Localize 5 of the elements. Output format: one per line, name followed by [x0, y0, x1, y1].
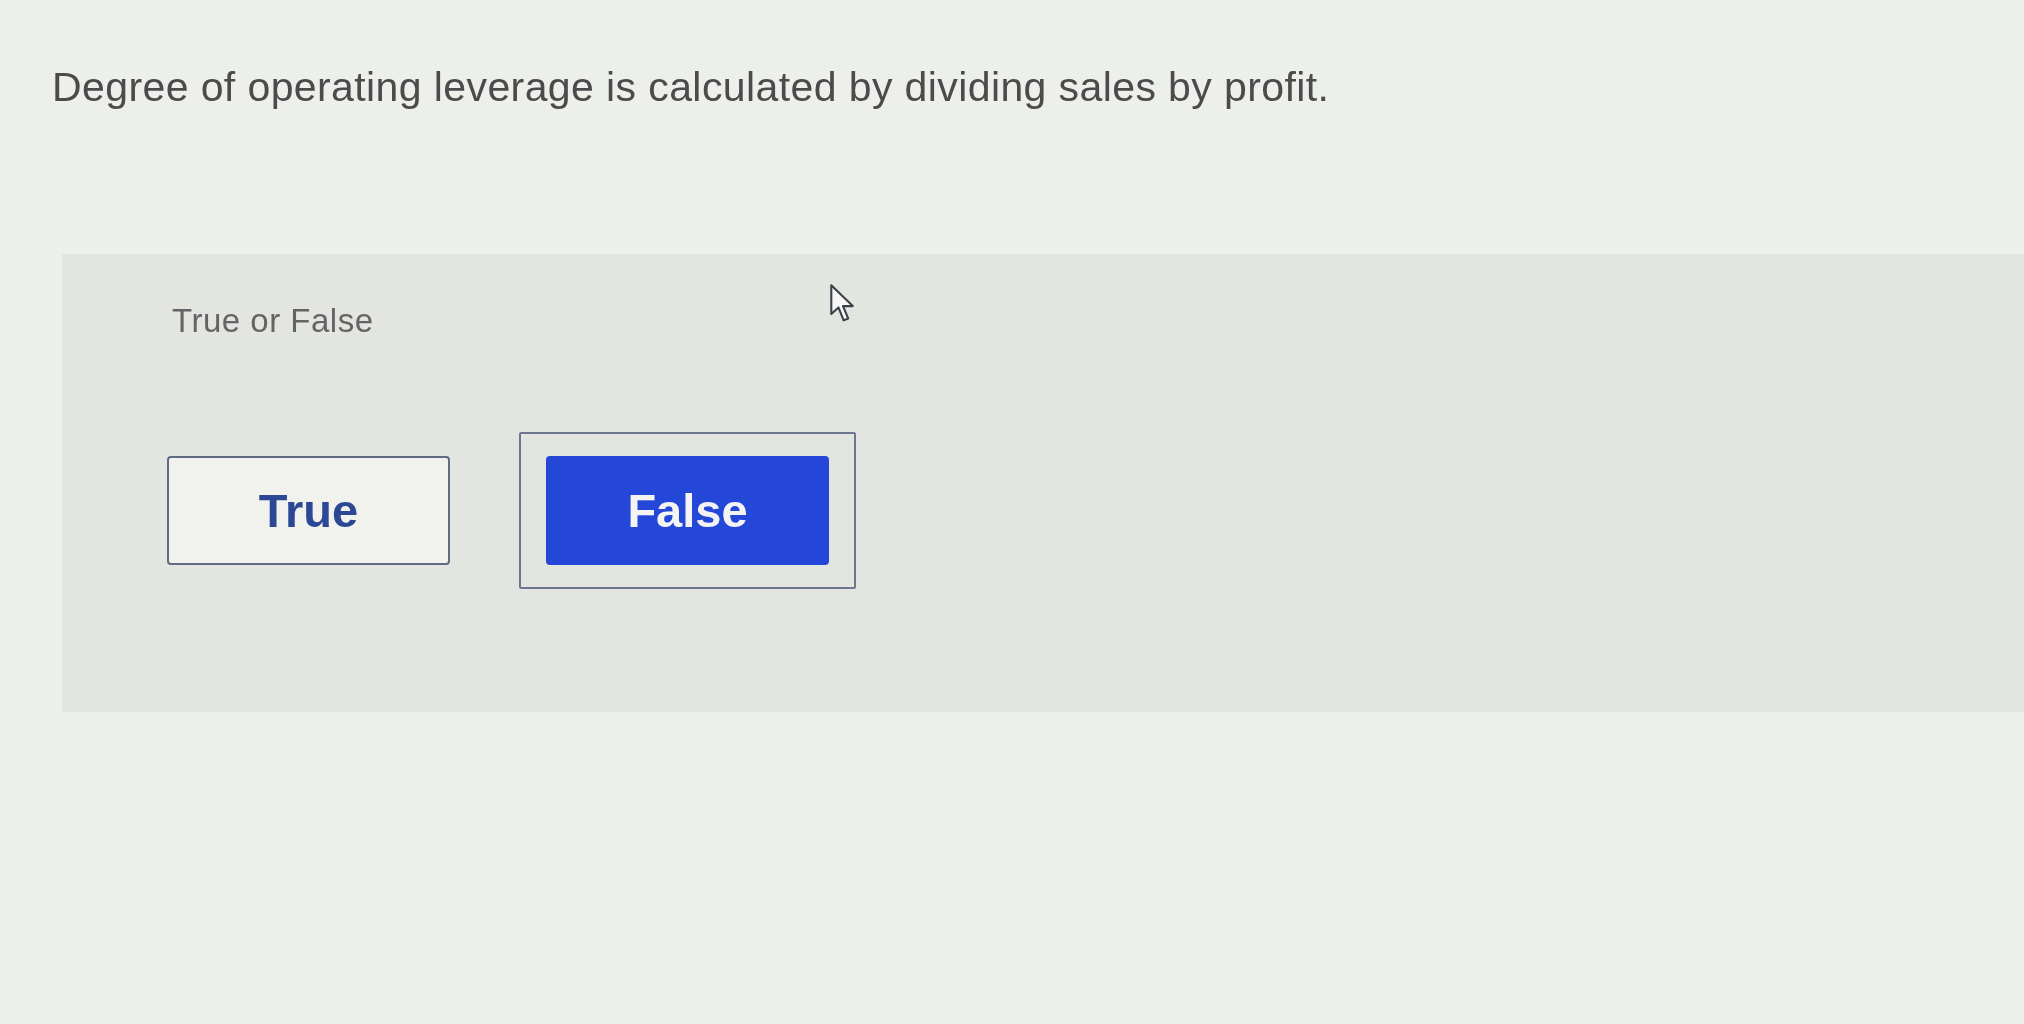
answer-option[interactable]: False — [546, 456, 829, 565]
mouse-cursor-icon — [830, 284, 856, 323]
answer-prompt: True or False — [172, 301, 374, 341]
question-text: Degree of operating leverage is calculated by dividing sales by profit. — [52, 63, 1330, 112]
answer-option[interactable]: True — [167, 456, 450, 565]
